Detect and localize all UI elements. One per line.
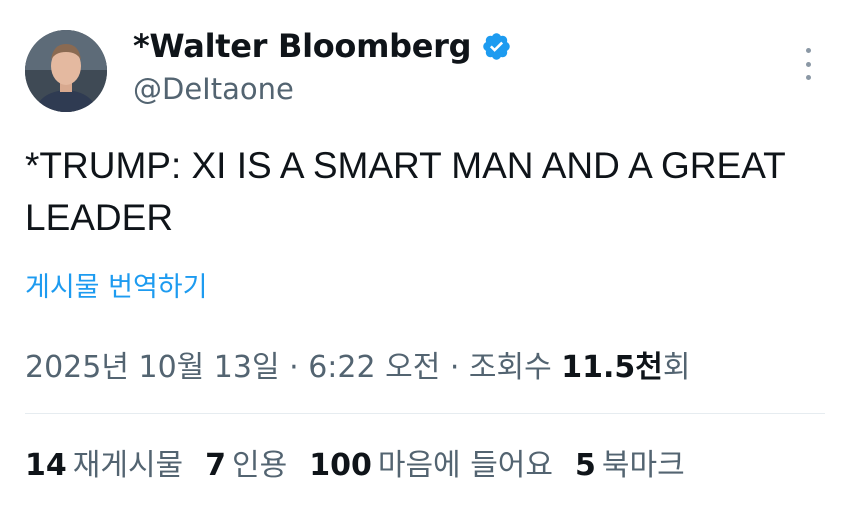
avatar[interactable] <box>25 30 107 112</box>
likes-stat[interactable]: 100 마음에 들어요 <box>309 440 553 484</box>
bookmarks-stat[interactable]: 5 북마크 <box>575 440 685 484</box>
quotes-label: 인용 <box>232 448 288 483</box>
tweet-meta: 2025년 10월 13일 · 6:22 오전 · 조회수 11.5천회 <box>25 342 691 386</box>
views-count: 11.5천 <box>561 350 663 385</box>
meta-separator: · <box>440 350 469 385</box>
tweet-card: *Walter Bloomberg @DeItaone *TRUMP: XI I… <box>0 0 850 507</box>
tweet-time[interactable]: 6:22 오전 <box>308 350 440 385</box>
more-dot <box>805 75 811 80</box>
reposts-stat[interactable]: 14 재게시물 <box>25 440 183 484</box>
views-suffix: 회 <box>662 350 691 385</box>
more-vertical-icon[interactable] <box>796 48 820 80</box>
engagement-stats: 14 재게시물 7 인용 100 마음에 들어요 5 북마크 <box>25 440 707 484</box>
views-label: 조회수 <box>468 350 552 385</box>
likes-count: 100 <box>309 448 372 483</box>
divider <box>25 413 825 414</box>
more-dot <box>805 61 811 67</box>
likes-label: 마음에 들어요 <box>377 448 553 483</box>
bookmarks-count: 5 <box>575 448 596 483</box>
reposts-count: 14 <box>25 448 67 483</box>
quotes-count: 7 <box>205 448 227 483</box>
tweet-text: *TRUMP: XI IS A SMART MAN AND A GREAT LE… <box>25 145 786 238</box>
handle[interactable]: @DeItaone <box>133 72 294 106</box>
translate-link[interactable]: 게시물 번역하기 <box>25 265 207 304</box>
reposts-label: 재게시물 <box>72 448 184 483</box>
display-name-row[interactable]: *Walter Bloomberg <box>133 27 512 65</box>
meta-separator: · <box>279 350 309 385</box>
display-name[interactable]: *Walter Bloomberg <box>133 27 472 65</box>
tweet-date[interactable]: 2025년 10월 13일 <box>25 350 280 385</box>
bookmarks-label: 북마크 <box>601 448 685 483</box>
more-dot <box>805 48 811 53</box>
quotes-stat[interactable]: 7 인용 <box>205 440 287 484</box>
verified-badge-icon[interactable] <box>481 31 512 62</box>
